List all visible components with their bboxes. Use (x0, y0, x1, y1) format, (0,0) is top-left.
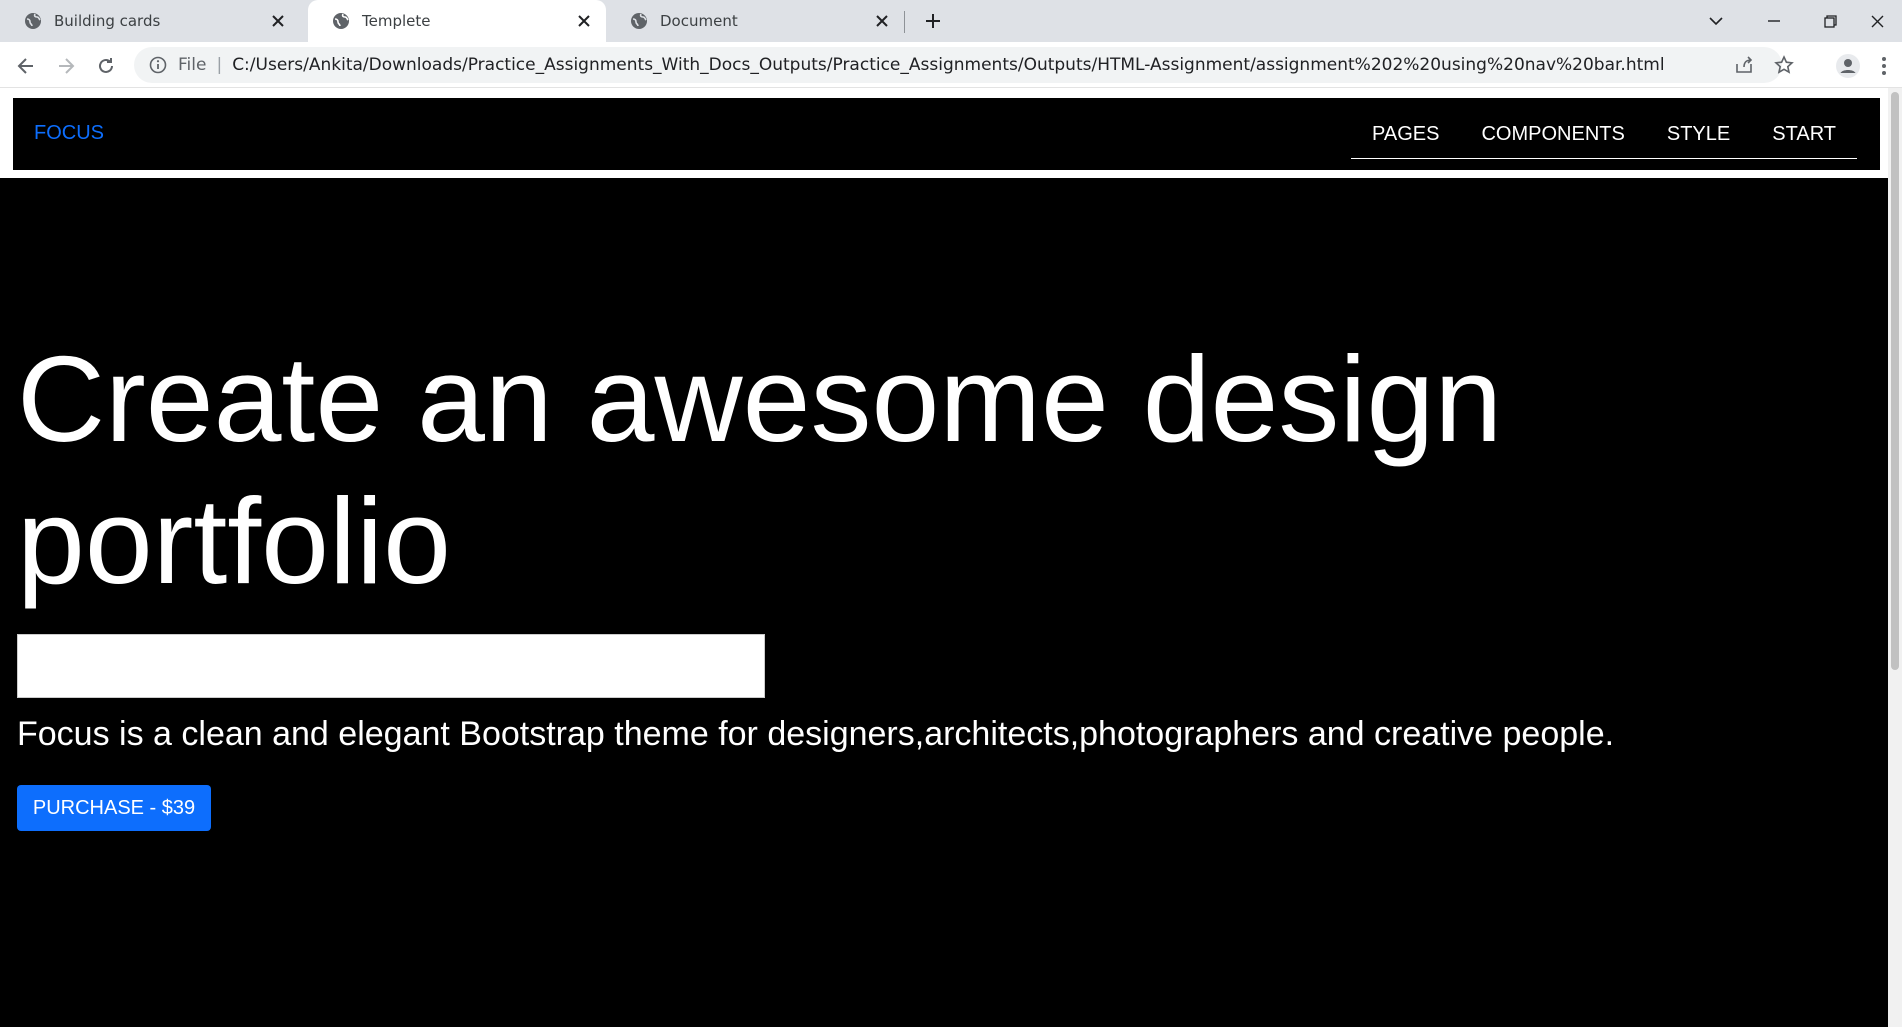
tab-title: Building cards (54, 12, 161, 30)
close-window-button[interactable] (1852, 0, 1902, 42)
arrow-left-icon (17, 58, 33, 74)
globe-icon (24, 12, 42, 30)
navbar: FOCUS PAGES COMPONENTS STYLE START (13, 98, 1880, 170)
share-icon[interactable] (1734, 55, 1754, 75)
profile-button[interactable] (1834, 52, 1862, 80)
hero-description: Focus is a clean and elegant Bootstrap t… (17, 715, 1615, 753)
restore-button[interactable] (1802, 0, 1858, 42)
forward-button[interactable] (52, 52, 80, 80)
more-vert-icon (1882, 57, 1886, 75)
restore-icon (1823, 14, 1837, 28)
scheme-divider: | (216, 55, 223, 75)
nav-link-pages[interactable]: PAGES (1372, 123, 1439, 146)
nav-links: PAGES COMPONENTS STYLE START (1351, 110, 1857, 159)
nav-link-start[interactable]: START (1772, 123, 1836, 146)
close-icon[interactable] (574, 11, 594, 31)
tab-separator (904, 11, 905, 33)
close-icon[interactable] (872, 11, 892, 31)
hero-text-input[interactable] (17, 634, 765, 698)
tab-title: Templete (362, 12, 431, 30)
chevron-down-icon (1709, 16, 1723, 25)
menu-button[interactable] (1872, 52, 1896, 80)
browser-toolbar: File | C:/Users/Ankita/Downloads/Practic… (0, 42, 1902, 88)
page-viewport: FOCUS PAGES COMPONENTS STYLE START Creat… (0, 88, 1888, 1027)
brand-link[interactable]: FOCUS (34, 122, 104, 145)
tab-templete[interactable]: Templete (308, 0, 606, 42)
reload-button[interactable] (92, 52, 120, 80)
close-icon[interactable] (268, 11, 288, 31)
minimize-icon (1768, 20, 1780, 22)
reload-icon (99, 58, 113, 73)
new-tab-button[interactable] (920, 8, 946, 34)
url-text[interactable]: C:/Users/Ankita/Downloads/Practice_Assig… (232, 55, 1664, 75)
info-icon[interactable] (148, 55, 168, 75)
tab-title: Document (660, 12, 738, 30)
scrollbar-thumb[interactable] (1891, 92, 1899, 670)
page-scrollbar[interactable] (1888, 88, 1902, 1027)
nav-link-components[interactable]: COMPONENTS (1481, 123, 1624, 146)
hero-heading: Create an awesome design portfolio (17, 331, 1503, 609)
tab-search-button[interactable] (1688, 0, 1744, 42)
tab-document[interactable]: Document (606, 0, 904, 42)
address-bar[interactable]: File | C:/Users/Ankita/Downloads/Practic… (134, 47, 1794, 83)
star-icon[interactable] (1774, 55, 1794, 75)
globe-icon (332, 12, 350, 30)
hero-section: Create an awesome design portfolio Focus… (0, 178, 1888, 1027)
plus-icon (926, 14, 940, 28)
globe-icon (630, 12, 648, 30)
arrow-right-icon (59, 58, 75, 74)
nav-link-style[interactable]: STYLE (1667, 123, 1730, 146)
scheme-label: File (178, 55, 207, 75)
avatar-icon (1836, 54, 1860, 78)
back-button[interactable] (12, 52, 40, 80)
purchase-button[interactable]: PURCHASE - $39 (17, 785, 211, 831)
tab-strip: Building cards Templete Document (0, 0, 1902, 42)
tab-building-cards[interactable]: Building cards (0, 0, 300, 42)
close-icon (1871, 15, 1883, 27)
minimize-button[interactable] (1746, 0, 1802, 42)
